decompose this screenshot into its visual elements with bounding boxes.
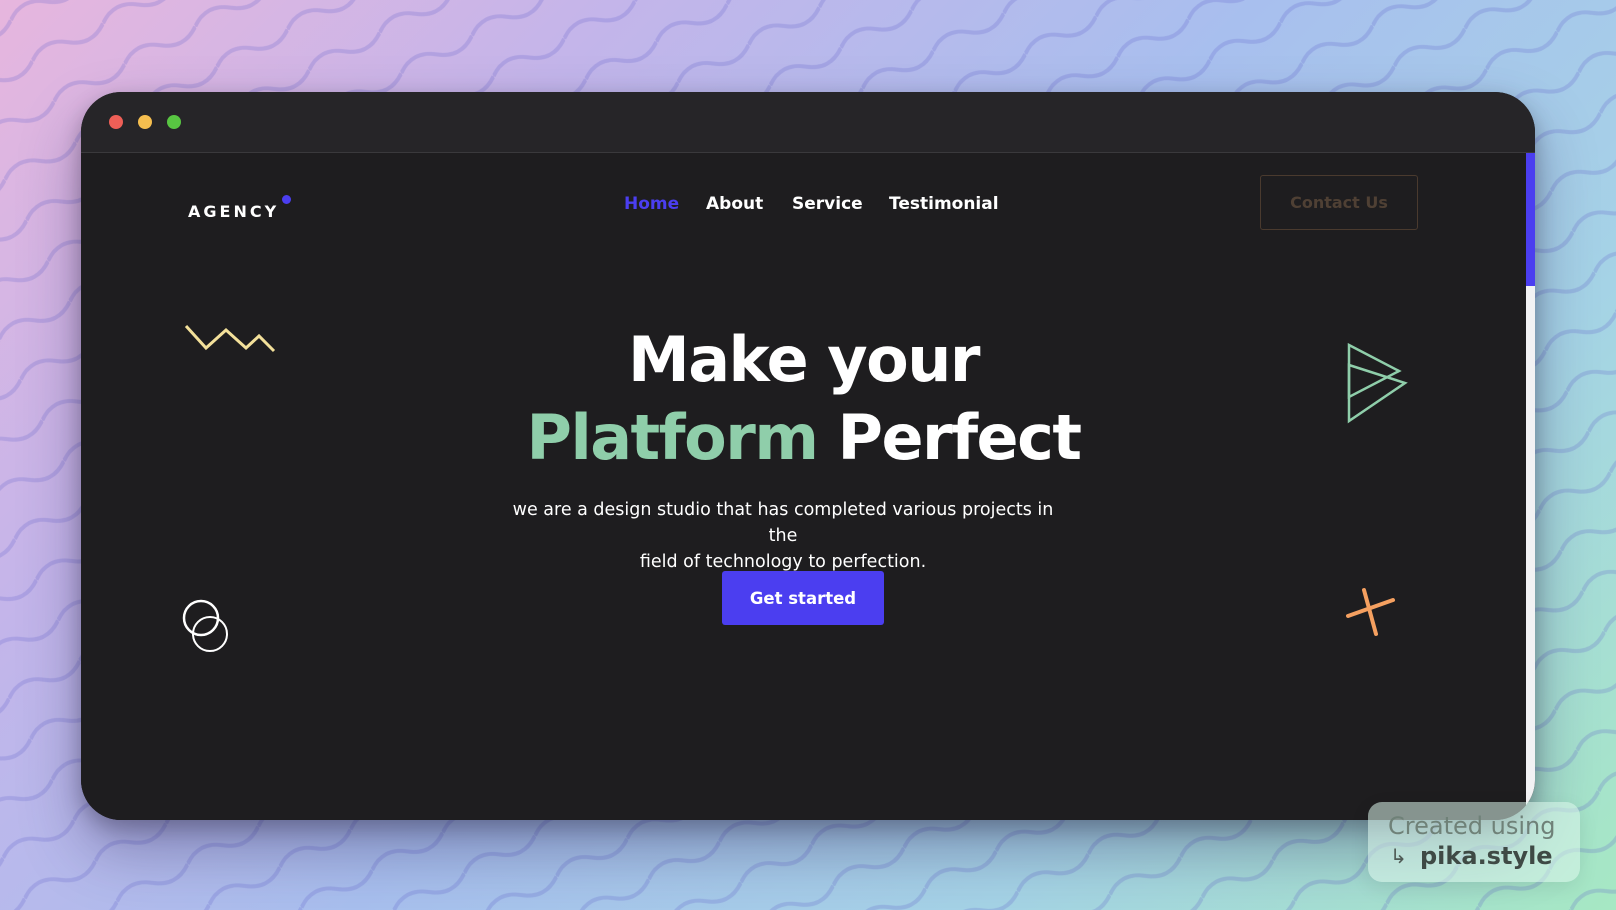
- nav-home[interactable]: Home: [624, 194, 679, 214]
- window-titlebar: [81, 92, 1535, 153]
- cross-icon: [1346, 588, 1395, 636]
- minimize-window-button[interactable]: [138, 115, 152, 129]
- hero-headline-rest: Perfect: [837, 401, 1082, 474]
- nav-about[interactable]: About: [706, 194, 763, 214]
- hero-subtitle: we are a design studio that has complete…: [503, 497, 1063, 575]
- pika-style-watermark: Created using ↳ pika.style: [1368, 802, 1580, 882]
- page-scrollbar[interactable]: [1526, 153, 1535, 820]
- close-window-button[interactable]: [109, 115, 123, 129]
- hero-headline-line1: Make your: [628, 323, 980, 396]
- zoom-window-button[interactable]: [167, 115, 181, 129]
- circles-icon: [182, 599, 228, 652]
- watermark-brand: pika.style: [1420, 842, 1553, 870]
- scrollbar-thumb[interactable]: [1526, 153, 1535, 286]
- hero-subtitle-line1: we are a design studio that has complete…: [512, 500, 1054, 546]
- return-arrow-icon: ↳: [1390, 844, 1407, 868]
- nav-testimonial[interactable]: Testimonial: [889, 194, 999, 214]
- get-started-button[interactable]: Get started: [722, 571, 884, 625]
- hero-subtitle-line2: field of technology to perfection.: [639, 552, 927, 572]
- zigzag-icon: [184, 324, 276, 353]
- watermark-created-using: Created using: [1388, 812, 1556, 840]
- browser-window: AGENCY Home About Service Testimonial Co…: [81, 92, 1535, 820]
- hero-headline-accent: Platform: [526, 401, 819, 474]
- agency-logo[interactable]: AGENCY: [188, 202, 279, 221]
- nav-service[interactable]: Service: [792, 194, 863, 214]
- web-page: AGENCY Home About Service Testimonial Co…: [81, 153, 1535, 820]
- play-triangles-icon: [1347, 343, 1408, 424]
- contact-us-button[interactable]: Contact Us: [1260, 175, 1418, 230]
- hero-headline-line2: Platform Perfect: [81, 398, 1526, 478]
- logo-dot-icon: [282, 195, 291, 204]
